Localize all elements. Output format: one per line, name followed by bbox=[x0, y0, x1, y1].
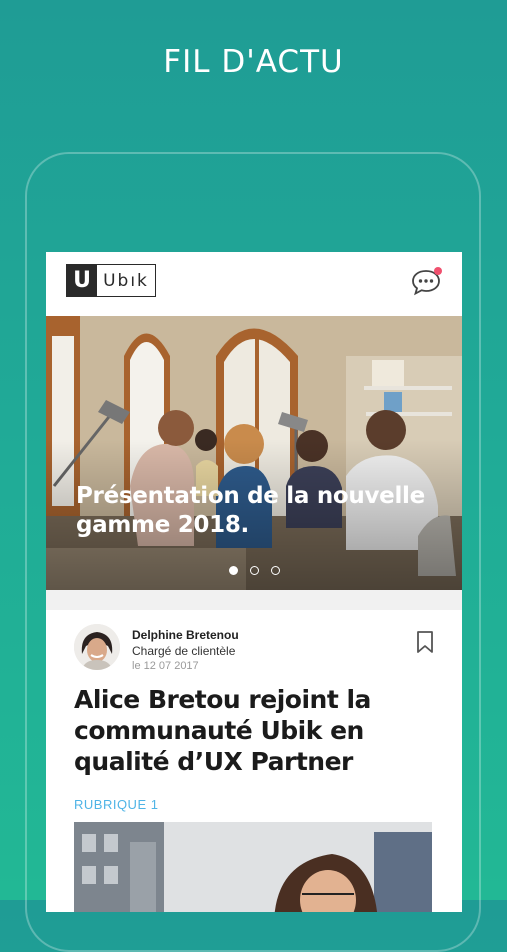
publish-date: le 12 07 2017 bbox=[132, 660, 199, 672]
hero-overlay bbox=[46, 316, 462, 590]
logo-text: Ubık bbox=[103, 270, 149, 291]
chat-bubble-icon bbox=[412, 267, 442, 296]
app-screen: U Ubık Présentation de la nouvelle gamme… bbox=[46, 252, 462, 912]
article-card[interactable]: Delphine Bretenou Chargé de clientèle le… bbox=[46, 624, 462, 812]
author-role: Chargé de clientèle bbox=[132, 644, 236, 658]
ubik-logo[interactable]: U Ubık bbox=[66, 264, 156, 297]
carousel-dot-1[interactable] bbox=[228, 566, 238, 575]
carousel-dots bbox=[46, 566, 462, 575]
next-article-image[interactable] bbox=[74, 822, 432, 912]
avatar[interactable] bbox=[74, 624, 120, 670]
author-photo bbox=[74, 624, 120, 670]
author-name[interactable]: Delphine Bretenou bbox=[132, 628, 239, 642]
notification-dot bbox=[434, 267, 442, 275]
chat-button[interactable] bbox=[410, 266, 444, 298]
hero-carousel[interactable]: Présentation de la nouvelle gamme 2018. bbox=[46, 316, 462, 590]
logo-mark: U bbox=[67, 265, 97, 296]
rubric-link[interactable]: RUBRIQUE 1 bbox=[74, 797, 434, 812]
carousel-dot-2[interactable] bbox=[249, 566, 259, 575]
section-separator bbox=[46, 590, 462, 610]
hero-title[interactable]: Présentation de la nouvelle gamme 2018. bbox=[76, 482, 436, 540]
next-article-photo bbox=[74, 822, 432, 912]
bookmark-button[interactable] bbox=[416, 630, 434, 654]
page-title: FIL D'ACTU bbox=[163, 44, 344, 80]
bookmark-icon bbox=[417, 631, 433, 653]
carousel-dot-3[interactable] bbox=[270, 566, 280, 575]
author-row: Delphine Bretenou Chargé de clientèle le… bbox=[74, 624, 434, 682]
app-header: U Ubık bbox=[46, 252, 462, 316]
article-title[interactable]: Alice Bretou rejoint la communauté Ubik … bbox=[74, 684, 434, 777]
